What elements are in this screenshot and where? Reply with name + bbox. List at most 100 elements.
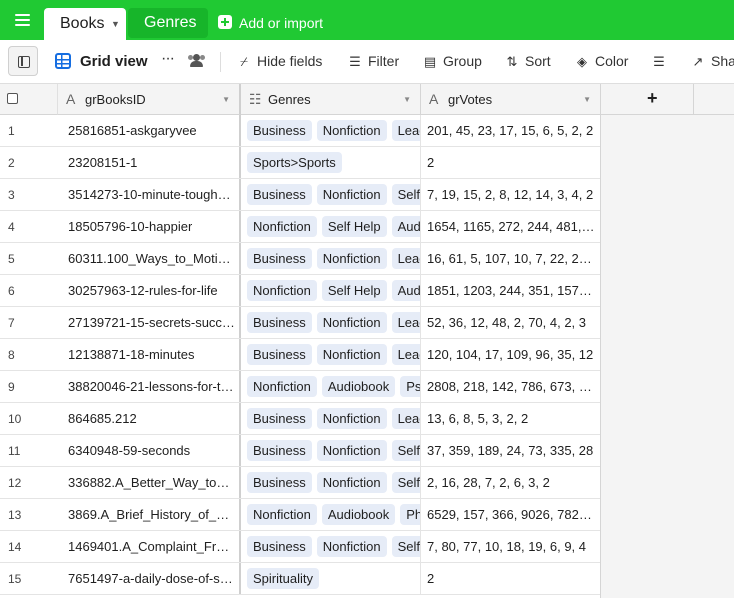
cell-genres[interactable]: BusinessNonfictionLeadership — [241, 307, 421, 338]
column-header-grbooksid[interactable]: A grBooksID ▼ — [58, 84, 241, 115]
table-row[interactable]: 7 27139721-15-secrets-successful-people-k… — [0, 307, 601, 339]
row-number-cell[interactable]: 7 — [0, 307, 58, 338]
column-header-grvotes[interactable]: A grVotes ▼ — [421, 84, 601, 115]
cell-grvotes[interactable]: 1654, 1165, 272, 244, 481, 101 — [421, 211, 601, 242]
cell-genres[interactable]: NonfictionSelf HelpAudiobook — [241, 275, 421, 306]
table-row[interactable]: 15 7651497-a-daily-dose-of-sanity Spiritua… — [0, 563, 601, 595]
table-row[interactable]: 3 3514273-10-minute-toughness Business Nonf… — [0, 179, 601, 211]
chevron-down-icon[interactable]: ▼ — [583, 95, 591, 104]
select-all-checkbox[interactable] — [7, 93, 18, 104]
table-row[interactable]: 10 864685.212 BusinessNonfictionLeadership… — [0, 403, 601, 435]
cell-grvotes[interactable]: 13, 6, 8, 5, 3, 2, 2 — [421, 403, 601, 434]
table-row[interactable]: 2 23208151-1 Sports>Sports 2 — [0, 147, 601, 179]
cell-grvotes[interactable]: 16, 61, 5, 107, 10, 7, 22, 24, 5 — [421, 243, 601, 274]
row-number-cell[interactable]: 1 — [0, 115, 58, 146]
cell-genres[interactable]: NonfictionSelf HelpAudiobook — [241, 211, 421, 242]
color-button[interactable]: ◈ Color — [574, 53, 628, 70]
cell-genres[interactable]: BusinessNonfictionLeadership — [241, 403, 421, 434]
cell-genres[interactable]: Spirituality — [241, 563, 421, 594]
grid-view-icon[interactable] — [55, 53, 71, 69]
table-row[interactable]: 4 18505796-10-happier Nonfiction Self Help A… — [0, 211, 601, 243]
cell-genres[interactable]: NonfictionAudiobookPhilosophy — [241, 499, 421, 530]
row-number-cell[interactable]: 13 — [0, 499, 58, 530]
row-number-cell[interactable]: 3 — [0, 179, 58, 210]
tab-books[interactable]: Books ▼ — [44, 8, 126, 40]
cell-genres[interactable]: BusinessNonfictionSelf Help — [241, 435, 421, 466]
genre-chip-list: BusinessNonfictionSelf Help — [247, 440, 420, 461]
cell-genres[interactable]: BusinessNonfictionLeadership — [241, 339, 421, 370]
tab-genres[interactable]: Genres — [128, 8, 208, 38]
row-number-cell[interactable]: 4 — [0, 211, 58, 242]
cell-grvotes[interactable]: 37, 359, 189, 24, 73, 335, 28 — [421, 435, 601, 466]
row-number-cell[interactable]: 10 — [0, 403, 58, 434]
table-row[interactable]: 9 38820046-21-lessons-for-the-21st-centur… — [0, 371, 601, 403]
cell-grvotes[interactable]: 7, 19, 15, 2, 8, 12, 14, 3, 4, 2 — [421, 179, 601, 210]
table-row[interactable]: 13 3869.A_Brief_History_of_Time Nonfiction… — [0, 499, 601, 531]
table-row[interactable]: 14 1469401.A_Complaint_Free_World Business… — [0, 531, 601, 563]
row-number-cell[interactable]: 8 — [0, 339, 58, 370]
table-row[interactable]: 6 30257963-12-rules-for-life Nonfiction Sel… — [0, 275, 601, 307]
row-number-cell[interactable]: 6 — [0, 275, 58, 306]
column-header-genres[interactable]: ☷ Genres ▼ — [241, 84, 421, 115]
cell-grbooksid[interactable]: 336882.A_Better_Way_to_Think — [58, 467, 241, 498]
cell-grbooksid[interactable]: 6340948-59-seconds — [58, 435, 241, 466]
cell-grbooksid[interactable]: 30257963-12-rules-for-life — [58, 275, 241, 306]
chevron-down-icon[interactable]: ▼ — [403, 95, 411, 104]
row-number-cell[interactable]: 11 — [0, 435, 58, 466]
group-button[interactable]: ▤ Group — [422, 53, 482, 70]
share-button[interactable]: ↗ Sha — [690, 53, 734, 70]
cell-grbooksid[interactable]: 27139721-15-secrets-successful-people-kn… — [58, 307, 241, 338]
add-field-button[interactable]: + — [601, 84, 694, 115]
cell-grvotes[interactable]: 2 — [421, 147, 601, 178]
row-number-cell[interactable]: 2 — [0, 147, 58, 178]
hamburger-menu-icon[interactable] — [15, 14, 30, 26]
sidebar-toggle-icon[interactable] — [8, 46, 38, 76]
cell-grbooksid[interactable]: 3514273-10-minute-toughness — [58, 179, 241, 210]
row-number-cell[interactable]: 14 — [0, 531, 58, 562]
cell-genres[interactable]: BusinessNonfictionSelf Help — [241, 531, 421, 562]
cell-grvotes[interactable]: 201, 45, 23, 17, 15, 6, 5, 2, 2 — [421, 115, 601, 146]
cell-grbooksid[interactable]: 18505796-10-happier — [58, 211, 241, 242]
table-row[interactable]: 5 60311.100_Ways_to_Motivate_Others Busine… — [0, 243, 601, 275]
sort-button[interactable]: ⇅ Sort — [504, 53, 551, 70]
cell-genres[interactable]: BusinessNonfictionSelf Help — [241, 467, 421, 498]
cell-grbooksid[interactable]: 3869.A_Brief_History_of_Time — [58, 499, 241, 530]
filter-button[interactable]: ☰ Filter — [347, 53, 399, 70]
table-row[interactable]: 1 25816851-askgaryvee Business Nonfiction Le… — [0, 115, 601, 147]
cell-grbooksid[interactable]: 7651497-a-daily-dose-of-sanity — [58, 563, 241, 594]
cell-genres[interactable]: Sports>Sports — [241, 147, 421, 178]
more-options-icon[interactable]: ··· — [161, 50, 175, 68]
view-name[interactable]: Grid view — [80, 53, 148, 70]
cell-genres[interactable]: NonfictionAudiobookPsychology — [241, 371, 421, 402]
cell-grbooksid[interactable]: 12138871-18-minutes — [58, 339, 241, 370]
cell-genres[interactable]: BusinessNonfictionLeadership — [241, 243, 421, 274]
cell-grvotes[interactable]: 120, 104, 17, 109, 96, 35, 12 — [421, 339, 601, 370]
chevron-down-icon[interactable]: ▼ — [111, 19, 120, 29]
hide-fields-button[interactable]: ⌿ Hide fields — [236, 53, 322, 70]
cell-genres[interactable]: BusinessNonfictionLeadership — [241, 115, 421, 146]
row-number-cell[interactable]: 15 — [0, 563, 58, 594]
table-row[interactable]: 8 12138871-18-minutes Business Nonfiction Le… — [0, 339, 601, 371]
cell-genres[interactable]: BusinessNonfictionSelf Help — [241, 179, 421, 210]
table-row[interactable]: 12 336882.A_Better_Way_to_Think BusinessNo… — [0, 467, 601, 499]
cell-grvotes[interactable]: 2, 16, 28, 7, 2, 6, 3, 2 — [421, 467, 601, 498]
cell-grvotes[interactable]: 6529, 157, 366, 9026, 782, 410 — [421, 499, 601, 530]
cell-grvotes[interactable]: 7, 80, 77, 10, 18, 19, 6, 9, 4 — [421, 531, 601, 562]
cell-grvotes[interactable]: 1851, 1203, 244, 351, 1575, 200 — [421, 275, 601, 306]
cell-grbooksid[interactable]: 1469401.A_Complaint_Free_World — [58, 531, 241, 562]
cell-grvotes[interactable]: 2 — [421, 563, 601, 594]
row-number-cell[interactable]: 9 — [0, 371, 58, 402]
row-number-cell[interactable]: 5 — [0, 243, 58, 274]
cell-grvotes[interactable]: 2808, 218, 142, 786, 673, 320 — [421, 371, 601, 402]
cell-grbooksid[interactable]: 23208151-1 — [58, 147, 241, 178]
table-row[interactable]: 11 6340948-59-seconds Business Nonfiction Se… — [0, 435, 601, 467]
collaborators-icon[interactable] — [188, 54, 206, 68]
row-number-cell[interactable]: 12 — [0, 467, 58, 498]
cell-grbooksid[interactable]: 60311.100_Ways_to_Motivate_Others — [58, 243, 241, 274]
cell-grbooksid[interactable]: 38820046-21-lessons-for-the-21st-century — [58, 371, 241, 402]
row-height-button[interactable]: ☰ — [651, 53, 672, 70]
cell-grbooksid[interactable]: 864685.212 — [58, 403, 241, 434]
cell-grbooksid[interactable]: 25816851-askgaryvee — [58, 115, 241, 146]
cell-grvotes[interactable]: 52, 36, 12, 48, 2, 70, 4, 2, 3 — [421, 307, 601, 338]
chevron-down-icon[interactable]: ▼ — [222, 95, 230, 104]
